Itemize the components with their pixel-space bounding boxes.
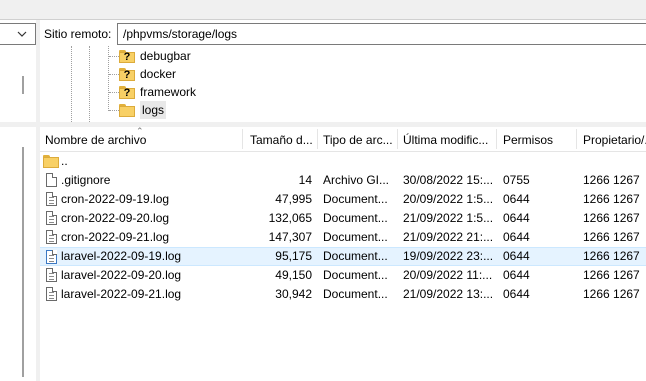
file-type: Document... — [323, 287, 388, 301]
folder-icon — [119, 103, 135, 117]
file-name: cron-2022-09-19.log — [61, 192, 170, 206]
tree-item-label: docker — [140, 67, 177, 81]
remote-site-label: Sitio remoto: — [44, 27, 112, 41]
file-owner: 1266 1267 — [583, 230, 640, 244]
tree-guide-line — [109, 74, 119, 75]
file-icon — [46, 230, 57, 244]
tree-item-label: framework — [140, 85, 197, 99]
tree-guide-line — [109, 92, 119, 93]
file-owner: 1266 1267 — [583, 249, 640, 263]
sort-ascending-icon: ⌃ — [136, 126, 144, 136]
local-file-panel — [0, 127, 36, 381]
folder-unknown-icon: ? — [119, 67, 135, 81]
table-row[interactable]: cron-2022-09-21.log 147,307 Document... 21/… — [40, 228, 646, 247]
file-owner: 1266 1267 — [583, 268, 640, 282]
file-perms: 0644 — [503, 192, 530, 206]
remote-file-list: Nombre de archivo ⌃ Tamaño d... Tipo de … — [40, 127, 646, 381]
tree-guide-line — [109, 110, 119, 111]
file-size: 49,150 — [275, 268, 312, 282]
table-row[interactable]: cron-2022-09-19.log 47,995 Document... 20/0… — [40, 190, 646, 209]
tree-guide-line — [89, 46, 90, 122]
column-header-modified[interactable]: Última modific... — [398, 127, 496, 151]
file-modified: 21/09/2022 21:... — [403, 230, 494, 244]
file-owner: 1266 1267 — [583, 192, 640, 206]
tree-guide-line — [109, 56, 119, 57]
file-name: laravel-2022-09-19.log — [61, 249, 182, 263]
file-icon — [46, 250, 57, 264]
column-separator[interactable] — [576, 129, 577, 149]
file-owner: 1266 1267 — [583, 173, 640, 187]
file-modified: 20/09/2022 11:... — [403, 268, 493, 282]
column-header-type[interactable]: Tipo de arc... — [318, 127, 397, 151]
column-separator[interactable] — [242, 129, 243, 149]
table-row[interactable]: laravel-2022-09-20.log 49,150 Document... 2… — [40, 266, 646, 285]
tree-item-framework[interactable]: ? framework — [119, 83, 196, 101]
file-type: Archivo GI... — [323, 173, 390, 187]
file-type: Document... — [323, 230, 388, 244]
file-icon — [46, 287, 57, 301]
folder-unknown-icon: ? — [119, 49, 135, 63]
file-owner: 1266 1267 — [583, 211, 640, 225]
remote-tree: ? debugbar ? docker ? framework logs — [40, 46, 646, 122]
file-name: cron-2022-09-20.log — [61, 211, 170, 225]
file-perms: 0644 — [503, 268, 530, 282]
table-row[interactable]: .gitignore 14 Archivo GI... 30/08/2022 15:.… — [40, 171, 646, 190]
top-divider-line — [0, 19, 646, 20]
tree-item-label: debugbar — [140, 49, 191, 63]
local-tree-panel — [0, 46, 36, 122]
tree-item-docker[interactable]: ? docker — [119, 65, 176, 83]
file-size: 14 — [298, 173, 312, 187]
file-owner: 1266 1267 — [583, 287, 640, 301]
file-type: Document... — [323, 249, 388, 263]
table-row[interactable]: laravel-2022-09-21.log 30,942 Document... 2… — [40, 285, 646, 304]
column-header-permissions[interactable]: Permisos — [498, 127, 575, 151]
column-separator[interactable] — [496, 129, 497, 149]
local-tree-scrollbar[interactable] — [22, 76, 24, 94]
file-type: Document... — [323, 211, 388, 225]
table-row[interactable]: cron-2022-09-20.log 132,065 Document... 21/… — [40, 209, 646, 228]
file-size: 30,942 — [275, 287, 312, 301]
file-size: 132,065 — [268, 211, 312, 225]
file-perms: 0644 — [503, 249, 530, 263]
file-icon — [46, 192, 57, 206]
file-size: 95,175 — [275, 249, 312, 263]
file-icon — [46, 173, 57, 187]
file-perms: 0755 — [503, 173, 530, 187]
file-type: Document... — [323, 268, 388, 282]
file-icon — [46, 211, 57, 225]
list-item-parent[interactable]: .. — [40, 152, 646, 171]
file-modified: 19/09/2022 23:... — [403, 249, 494, 263]
file-name: .gitignore — [61, 173, 111, 187]
file-name: laravel-2022-09-21.log — [61, 287, 182, 301]
file-type: Document... — [323, 192, 388, 206]
folder-unknown-icon: ? — [119, 85, 135, 99]
remote-path-input[interactable]: /phpvms/storage/logs — [117, 23, 646, 45]
local-list-scrollbar[interactable] — [22, 147, 24, 377]
list-header: Nombre de archivo ⌃ Tamaño d... Tipo de … — [40, 127, 646, 152]
tree-guide-line — [71, 46, 72, 122]
parent-label: .. — [61, 154, 68, 168]
tree-item-debugbar[interactable]: ? debugbar — [119, 47, 191, 65]
file-size: 47,995 — [275, 192, 312, 206]
file-modified: 30/08/2022 15:... — [403, 173, 494, 187]
file-perms: 0644 — [503, 287, 530, 301]
tree-item-label: logs — [140, 101, 167, 119]
chevron-down-icon — [17, 31, 27, 37]
local-path-dropdown[interactable] — [0, 23, 36, 45]
file-size: 147,307 — [268, 230, 312, 244]
file-modified: 20/09/2022 1:5... — [403, 192, 494, 206]
file-name: cron-2022-09-21.log — [61, 230, 170, 244]
file-modified: 21/09/2022 13:... — [403, 287, 494, 301]
column-header-size[interactable]: Tamaño d... — [245, 127, 317, 151]
tree-item-logs[interactable]: logs — [119, 101, 167, 119]
top-splitter[interactable] — [0, 0, 646, 20]
file-perms: 0644 — [503, 211, 530, 225]
file-name: laravel-2022-09-20.log — [61, 268, 182, 282]
file-modified: 21/09/2022 1:5... — [403, 211, 494, 225]
folder-icon — [43, 155, 59, 168]
file-icon — [46, 268, 57, 282]
file-perms: 0644 — [503, 230, 530, 244]
table-row[interactable]: laravel-2022-09-19.log 95,175 Document... 1… — [40, 247, 646, 266]
column-header-owner[interactable]: Propietario/... — [578, 127, 646, 151]
